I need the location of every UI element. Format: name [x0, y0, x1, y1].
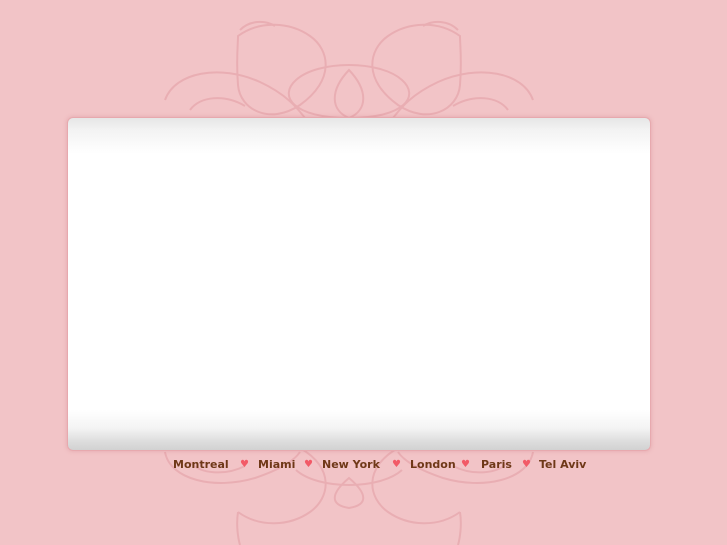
heart-icon: ♥: [522, 459, 531, 470]
heart-icon: ♥: [304, 459, 313, 470]
heart-icon: ♥: [392, 459, 401, 470]
nav-link-montreal[interactable]: Montreal: [173, 458, 229, 472]
content-panel: [67, 117, 651, 451]
heart-icon: ♥: [461, 459, 470, 470]
heart-icon: ♥: [240, 459, 249, 470]
nav-link-tel-aviv[interactable]: Tel Aviv: [539, 458, 586, 472]
nav-link-paris[interactable]: Paris: [481, 458, 512, 472]
nav-link-london[interactable]: London: [410, 458, 456, 472]
nav-link-new-york[interactable]: New York: [322, 458, 380, 472]
nav-link-miami[interactable]: Miami: [258, 458, 295, 472]
city-nav: Montreal ♥ Miami ♥ New York ♥ London ♥ P…: [0, 458, 727, 472]
